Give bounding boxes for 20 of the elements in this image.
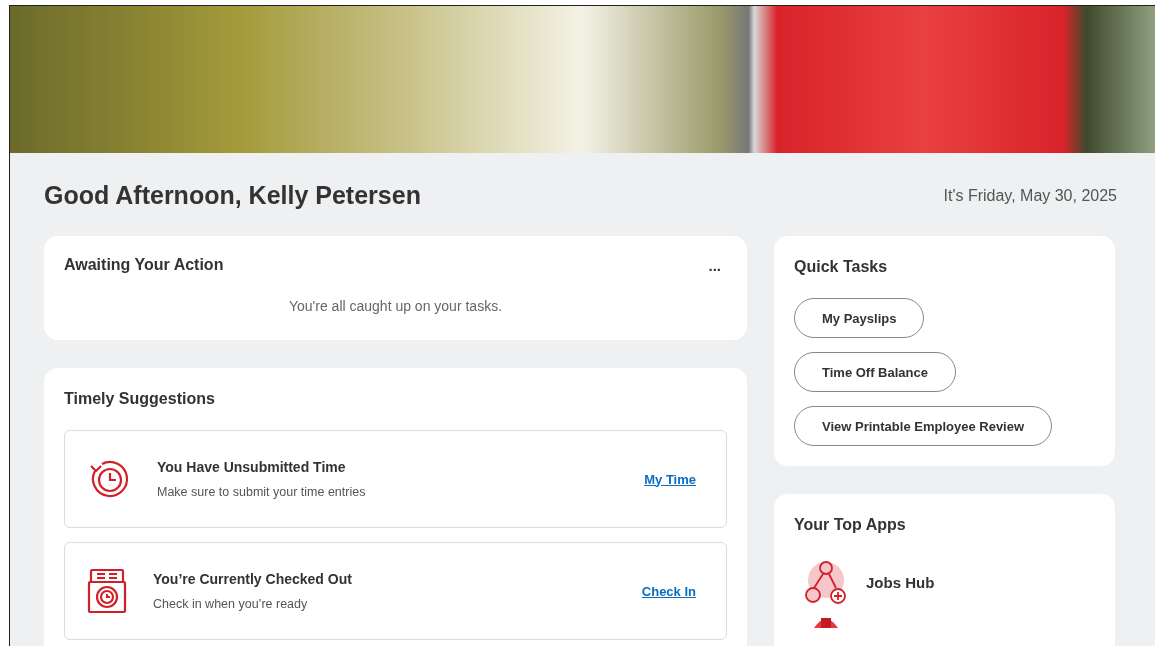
date-text: It's Friday, May 30, 2025	[943, 186, 1117, 205]
suggestion-link[interactable]: My Time	[644, 471, 696, 487]
suggestion-title: You Have Unsubmitted Time	[157, 459, 347, 475]
suggestion-link[interactable]: Check In	[641, 583, 696, 599]
suggestion-title: You’re Currently Checked Out	[153, 571, 353, 587]
empty-message: You're all caught up on your tasks.	[287, 298, 504, 314]
card-title: Awaiting Your Action	[64, 256, 224, 274]
suggestion-subtitle: Check in when you’re ready	[153, 597, 309, 611]
quick-task-button[interactable]: My Payslips	[794, 298, 925, 338]
more-menu-button[interactable]: ...	[702, 256, 727, 274]
greeting-heading: Good Afternoon, Kelly Petersen	[44, 181, 421, 210]
quick-task-button[interactable]: Time Off Balance	[794, 352, 956, 392]
clock-card-icon	[87, 568, 127, 614]
quick-task-button[interactable]: View Printable Employee Review	[794, 406, 1053, 446]
app-link[interactable]: Jobs Hub	[866, 573, 935, 591]
people-network-icon	[804, 560, 848, 604]
card-title: Timely Suggestions	[64, 390, 216, 408]
card-title: Your Top Apps	[794, 516, 907, 534]
suggestion-subtitle: Make sure to submit your time entries	[157, 485, 367, 499]
card-title: Quick Tasks	[794, 258, 889, 276]
